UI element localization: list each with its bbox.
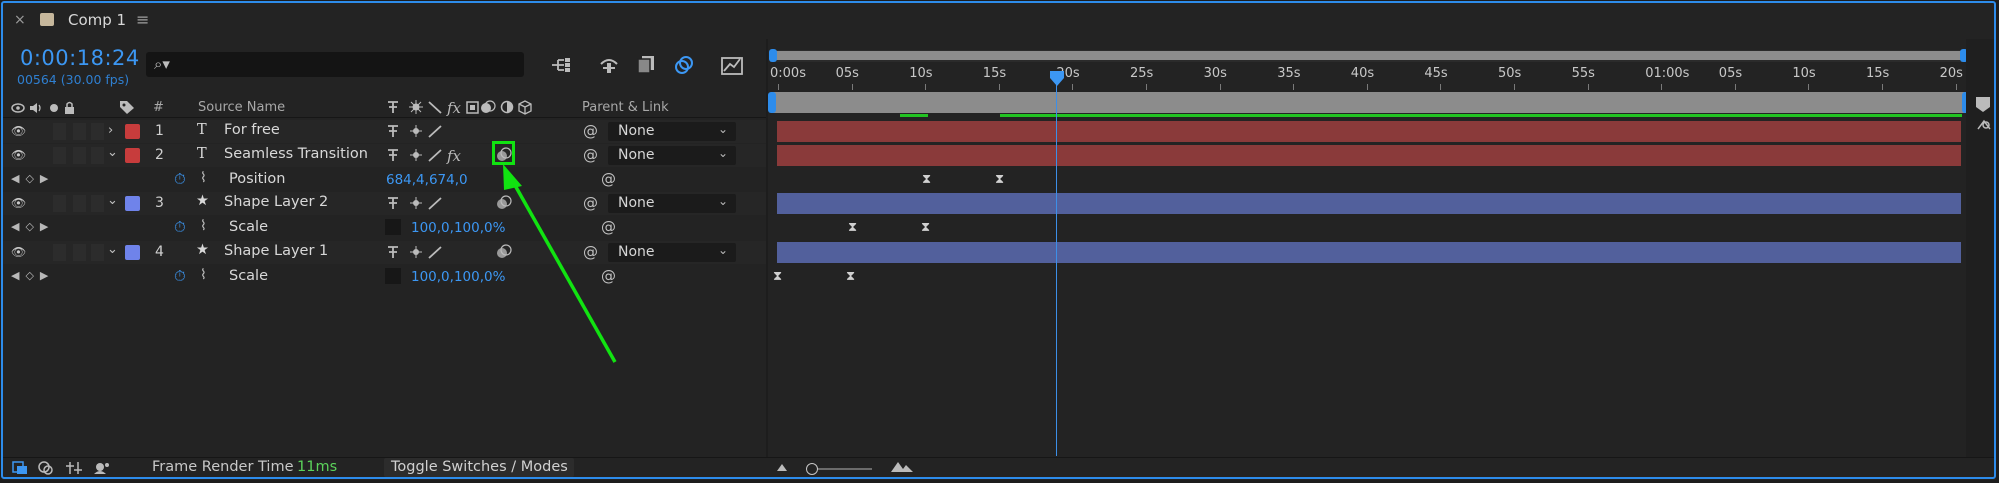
panel-focus-border [1, 1, 1996, 479]
annotation-arrow [503, 164, 617, 363]
